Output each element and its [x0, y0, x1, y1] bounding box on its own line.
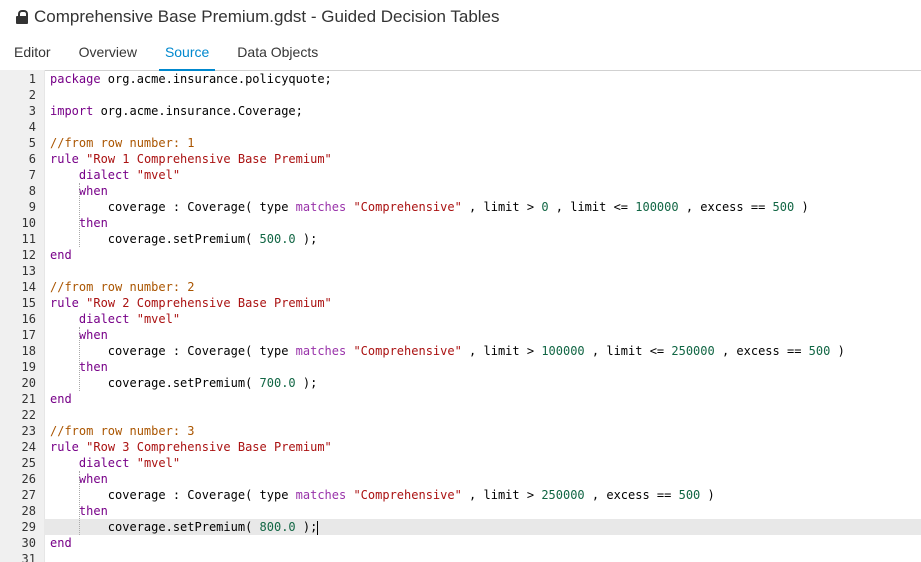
code-line[interactable]: end	[44, 391, 921, 407]
line-number: 27	[21, 488, 36, 502]
indent-guide	[78, 183, 80, 247]
code-line[interactable]: //from row number: 2	[44, 279, 921, 295]
code-line[interactable]: coverage : Coverage( type matches "Compr…	[44, 343, 921, 359]
line-number: 19	[21, 360, 36, 374]
line-number: 20	[21, 376, 36, 390]
line-number: 3	[28, 104, 36, 118]
text-cursor	[317, 520, 319, 535]
code-line[interactable]: then	[44, 215, 921, 231]
line-number: 29	[21, 520, 36, 534]
line-number: 1	[28, 72, 36, 86]
code-line[interactable]: package org.acme.insurance.policyquote;	[44, 71, 921, 87]
code-line[interactable]: then	[44, 359, 921, 375]
line-number: 26	[21, 472, 36, 486]
line-number: 30	[21, 536, 36, 550]
line-number: 24	[21, 440, 36, 454]
window-title: Comprehensive Base Premium.gdst - Guided…	[34, 7, 500, 26]
code-line[interactable]: rule "Row 2 Comprehensive Base Premium"	[44, 295, 921, 311]
line-number: 2	[28, 88, 36, 102]
tab-editor[interactable]: Editor	[0, 34, 65, 70]
code-line[interactable]: rule "Row 1 Comprehensive Base Premium"	[44, 151, 921, 167]
code-line[interactable]: coverage.setPremium( 800.0 );	[44, 519, 921, 535]
line-number: 6	[28, 152, 36, 166]
line-number: 23	[21, 424, 36, 438]
code-line[interactable]: dialect "mvel"	[44, 167, 921, 183]
code-line[interactable]: when	[44, 471, 921, 487]
code-line[interactable]	[44, 263, 921, 279]
line-number: 11	[21, 232, 36, 246]
line-number: 25	[21, 456, 36, 470]
code-line[interactable]: when	[44, 327, 921, 343]
line-number: 28	[21, 504, 36, 518]
code-line[interactable]	[44, 407, 921, 423]
tab-overview[interactable]: Overview	[65, 34, 151, 70]
line-number: 4	[28, 120, 36, 134]
line-number: 10	[21, 216, 36, 230]
code-line[interactable]: dialect "mvel"	[44, 311, 921, 327]
code-line[interactable]: //from row number: 3	[44, 423, 921, 439]
line-number: 21	[21, 392, 36, 406]
line-number: 17	[21, 328, 36, 342]
code-line[interactable]: coverage : Coverage( type matches "Compr…	[44, 487, 921, 503]
code-line[interactable]	[44, 119, 921, 135]
line-number: 8	[28, 184, 36, 198]
code-editor[interactable]: 1 2 3 4 5 6 7 8 9 10 11 12 13 14 15 16 17 18 19 20 21 22 23 24 2…	[0, 70, 921, 562]
tab-bar: Editor Overview Source Data Objects	[0, 34, 921, 71]
code-line[interactable]: coverage : Coverage( type matches "Compr…	[44, 199, 921, 215]
code-line[interactable]: rule "Row 3 Comprehensive Base Premium"	[44, 439, 921, 455]
line-number: 14	[21, 280, 36, 294]
line-number-gutter: 1 2 3 4 5 6 7 8 9 10 11 12 13 14 15 16 17 18 19 20 21 22 23 24 2…	[0, 70, 45, 562]
code-lines[interactable]: package org.acme.insurance.policyquote; i…	[44, 70, 921, 562]
code-line[interactable]: //from row number: 1	[44, 135, 921, 151]
line-number: 13	[21, 264, 36, 278]
line-number: 15	[21, 296, 36, 310]
line-number: 31	[21, 552, 36, 562]
line-number: 16	[21, 312, 36, 326]
code-line[interactable]: end	[44, 247, 921, 263]
lock-icon	[16, 10, 28, 24]
line-number: 18	[21, 344, 36, 358]
code-line[interactable]: when	[44, 183, 921, 199]
code-line[interactable]	[44, 551, 921, 562]
title-bar: Comprehensive Base Premium.gdst - Guided…	[0, 0, 921, 34]
code-line[interactable]: then	[44, 503, 921, 519]
code-line[interactable]: coverage.setPremium( 700.0 );	[44, 375, 921, 391]
line-number: 22	[21, 408, 36, 422]
line-number: 5	[28, 136, 36, 150]
code-line[interactable]: import org.acme.insurance.Coverage;	[44, 103, 921, 119]
tab-source[interactable]: Source	[151, 34, 223, 71]
code-line[interactable]: dialect "mvel"	[44, 455, 921, 471]
line-number: 12	[21, 248, 36, 262]
code-line[interactable]: coverage.setPremium( 500.0 );	[44, 231, 921, 247]
indent-guide	[78, 327, 80, 391]
code-line[interactable]: end	[44, 535, 921, 551]
line-number: 9	[28, 200, 36, 214]
indent-guide	[78, 471, 80, 535]
line-number: 7	[28, 168, 36, 182]
tab-data-objects[interactable]: Data Objects	[223, 34, 332, 70]
code-line[interactable]	[44, 87, 921, 103]
